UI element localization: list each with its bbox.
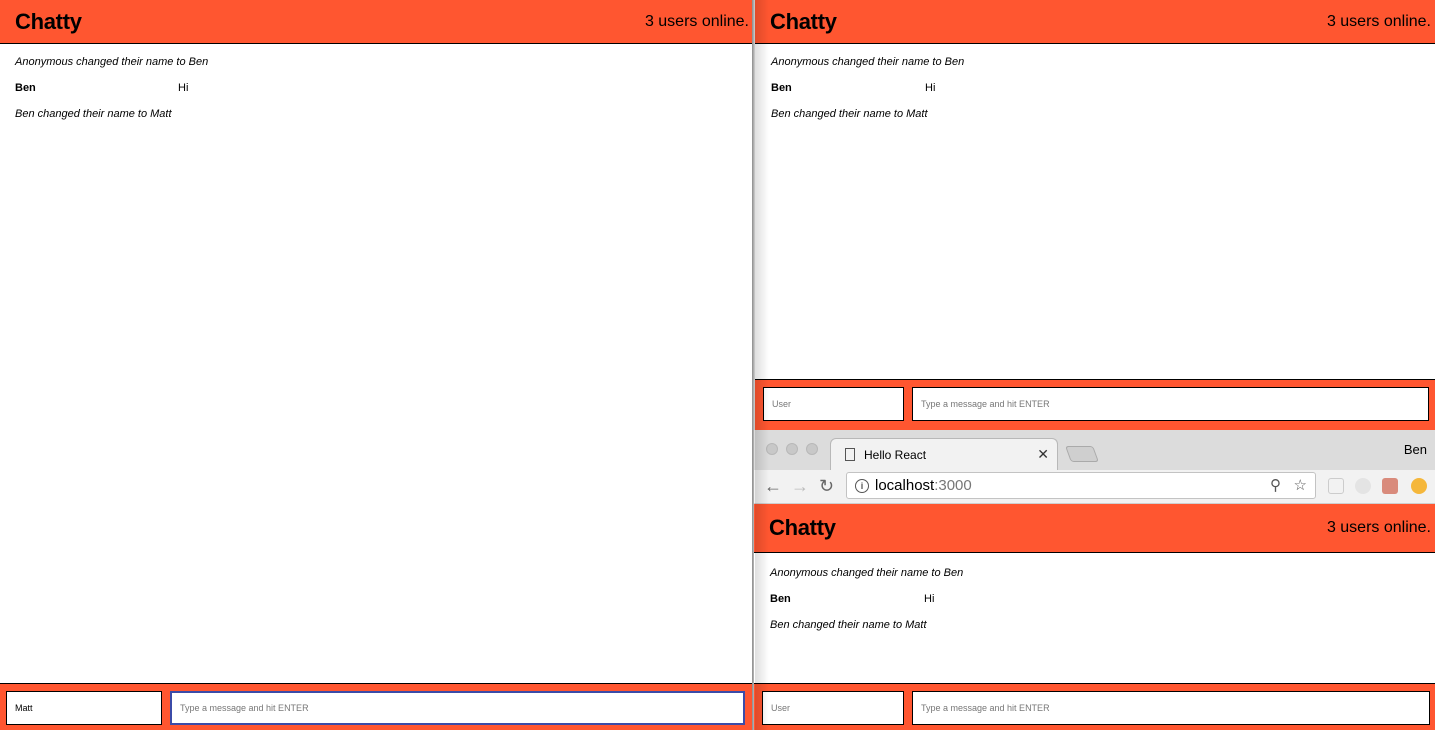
chat-message: Ben Hi (770, 589, 1435, 615)
message-list: Anonymous changed their name to Ben Ben … (771, 52, 1435, 130)
tab-title: Hello React (864, 447, 927, 462)
new-tab-button[interactable] (1065, 446, 1099, 462)
forward-icon[interactable]: → (791, 475, 809, 497)
username-input[interactable]: User (763, 387, 904, 421)
message-input[interactable]: Type a message and hit ENTER (170, 691, 745, 725)
message-input[interactable]: Type a message and hit ENTER (912, 691, 1430, 725)
maximize-window-button[interactable] (806, 443, 818, 455)
browser-chrome: Hello React ✕ Ben ← → ↻ i localhost:3000… (754, 430, 1435, 504)
navbar: Chatty 3 users online. (755, 0, 1435, 44)
url-host: localhost (875, 477, 935, 494)
users-online: 3 users online. (1326, 12, 1431, 30)
back-icon[interactable]: ← (764, 475, 782, 497)
cast-icon[interactable] (1328, 478, 1344, 494)
minimize-window-button[interactable] (786, 443, 798, 455)
page-content: Chatty 3 users online. Anonymous changed… (754, 504, 1435, 730)
profile-name[interactable]: Ben (1404, 442, 1427, 457)
username-input[interactable]: User (762, 691, 904, 725)
close-window-button[interactable] (766, 443, 778, 455)
chat-composer: Matt Type a message and hit ENTER (0, 683, 753, 730)
message-input[interactable]: Type a message and hit ENTER (912, 387, 1429, 421)
navbar: Chatty 3 users online. (0, 0, 753, 44)
chat-composer: User Type a message and hit ENTER (754, 683, 1435, 730)
brand-title[interactable]: Chatty (770, 9, 837, 35)
browser-tab[interactable]: Hello React ✕ (830, 438, 1058, 470)
brand-title[interactable]: Chatty (15, 9, 82, 35)
browser-toolbar: ← → ↻ i localhost:3000 ⚲ ☆ (754, 470, 1435, 504)
extension-icon[interactable] (1411, 478, 1427, 494)
system-message: Anonymous changed their name to Ben (15, 56, 209, 68)
brand-title[interactable]: Chatty (769, 515, 836, 541)
star-icon[interactable]: ☆ (1294, 476, 1307, 494)
page-icon (845, 448, 855, 461)
system-message: Anonymous changed their name to Ben (771, 56, 965, 68)
message-content: Hi (925, 82, 936, 94)
info-icon[interactable]: i (855, 478, 869, 493)
users-online: 3 users online. (1326, 519, 1431, 536)
message-username: Ben (770, 593, 791, 605)
message-username: Ben (15, 82, 36, 94)
tab-strip: Hello React ✕ Ben (754, 430, 1435, 470)
chat-window-left: Chatty 3 users online. Anonymous changed… (0, 0, 753, 730)
extension-icon[interactable] (1382, 478, 1398, 494)
reload-icon[interactable]: ↻ (819, 475, 834, 497)
message-content: Hi (924, 593, 935, 605)
username-input[interactable]: Matt (6, 691, 162, 725)
message-username: Ben (771, 82, 792, 94)
browser-window: Hello React ✕ Ben ← → ↻ i localhost:3000… (754, 430, 1435, 730)
chat-composer: User Type a message and hit ENTER (755, 379, 1435, 430)
system-message: Ben changed their name to Matt (771, 108, 928, 120)
message-list: Anonymous changed their name to Ben Ben … (770, 563, 1435, 641)
tab-close-icon[interactable]: ✕ (1037, 446, 1049, 463)
system-message: Ben changed their name to Matt (15, 108, 172, 120)
chat-message: Ben Hi (771, 78, 1435, 104)
message-content: Hi (178, 82, 189, 94)
chat-message: Ben Hi (15, 78, 753, 104)
system-message: Anonymous changed their name to Ben (770, 567, 964, 579)
extension-icon[interactable] (1355, 478, 1371, 494)
zoom-icon[interactable]: ⚲ (1270, 476, 1281, 494)
system-message: Ben changed their name to Matt (770, 619, 927, 631)
message-list: Anonymous changed their name to Ben Ben … (15, 52, 753, 130)
users-online: 3 users online. (644, 12, 749, 30)
url-port: :3000 (934, 477, 972, 494)
chat-window-top-right: Chatty 3 users online. Anonymous changed… (755, 0, 1435, 430)
navbar: Chatty 3 users online. (754, 504, 1435, 553)
address-bar[interactable]: i localhost:3000 ⚲ ☆ (846, 472, 1316, 499)
